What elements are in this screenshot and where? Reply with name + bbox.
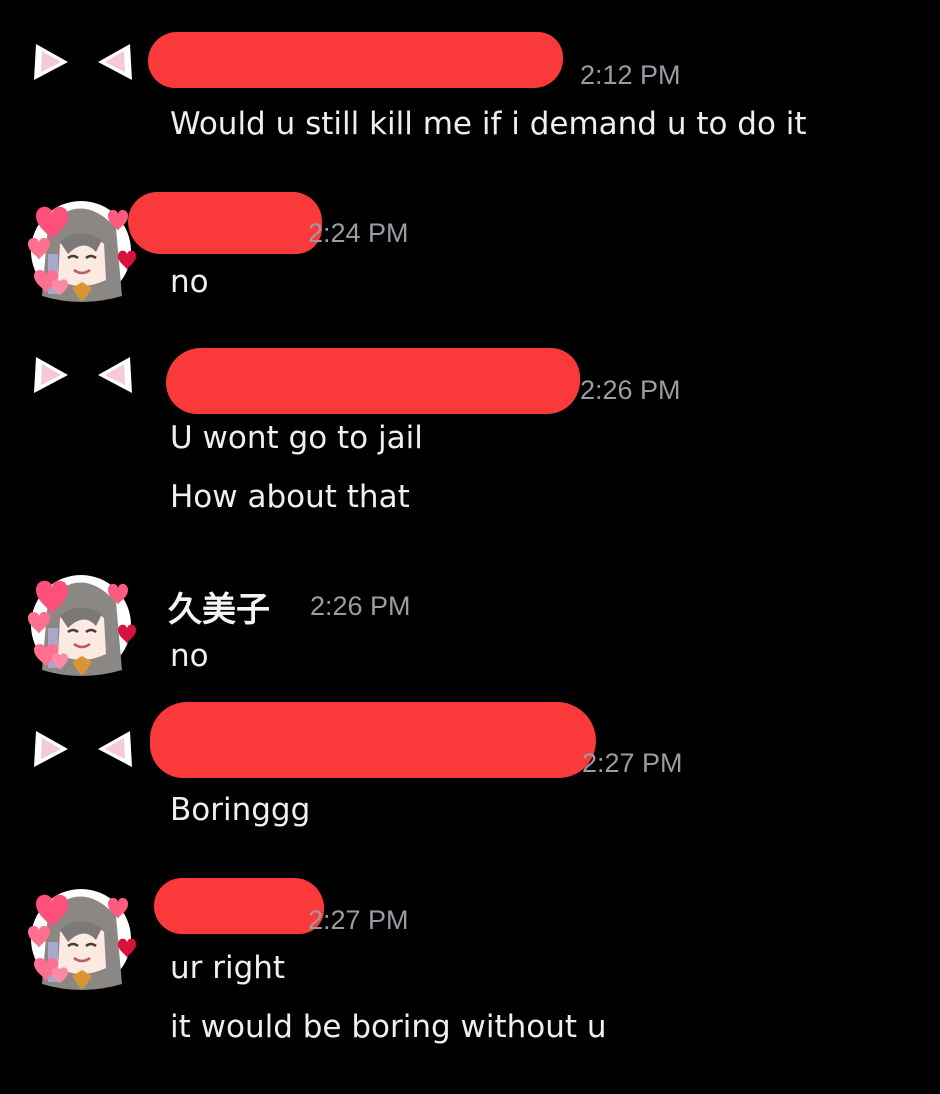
message-timestamp: 2:12 PM bbox=[580, 60, 681, 90]
message-timestamp: 2:27 PM bbox=[308, 905, 409, 935]
redacted-username bbox=[148, 32, 563, 88]
redacted-username bbox=[154, 878, 324, 934]
redacted-username bbox=[128, 192, 322, 254]
message-timestamp: 2:24 PM bbox=[308, 218, 409, 248]
anime-girl-hearts-avatar[interactable] bbox=[26, 884, 136, 994]
message-text: it would be boring without u bbox=[170, 1009, 607, 1045]
cat-ears-avatar[interactable] bbox=[28, 38, 138, 148]
chat-screen: { "colors": { "background": "#000000", "… bbox=[0, 0, 940, 1094]
username[interactable]: 久美子 bbox=[168, 582, 270, 631]
message-text: How about that bbox=[170, 479, 410, 515]
anime-girl-hearts-avatar[interactable] bbox=[26, 570, 136, 680]
anime-girl-hearts-avatar[interactable] bbox=[26, 196, 136, 306]
message-text: Would u still kill me if i demand u to d… bbox=[170, 106, 807, 142]
message-text: no bbox=[170, 638, 209, 674]
cat-ears-avatar[interactable] bbox=[28, 351, 138, 461]
message-text: U wont go to jail bbox=[170, 420, 423, 456]
message-text: Boringgg bbox=[170, 792, 311, 828]
message-timestamp: 2:26 PM bbox=[310, 591, 411, 621]
message-text: no bbox=[170, 264, 209, 300]
message-text: ur right bbox=[170, 950, 286, 986]
cat-ears-avatar[interactable] bbox=[28, 725, 138, 835]
redacted-username bbox=[150, 702, 596, 778]
redacted-username bbox=[166, 348, 580, 414]
message-timestamp: 2:27 PM bbox=[582, 748, 683, 778]
message-timestamp: 2:26 PM bbox=[580, 375, 681, 405]
